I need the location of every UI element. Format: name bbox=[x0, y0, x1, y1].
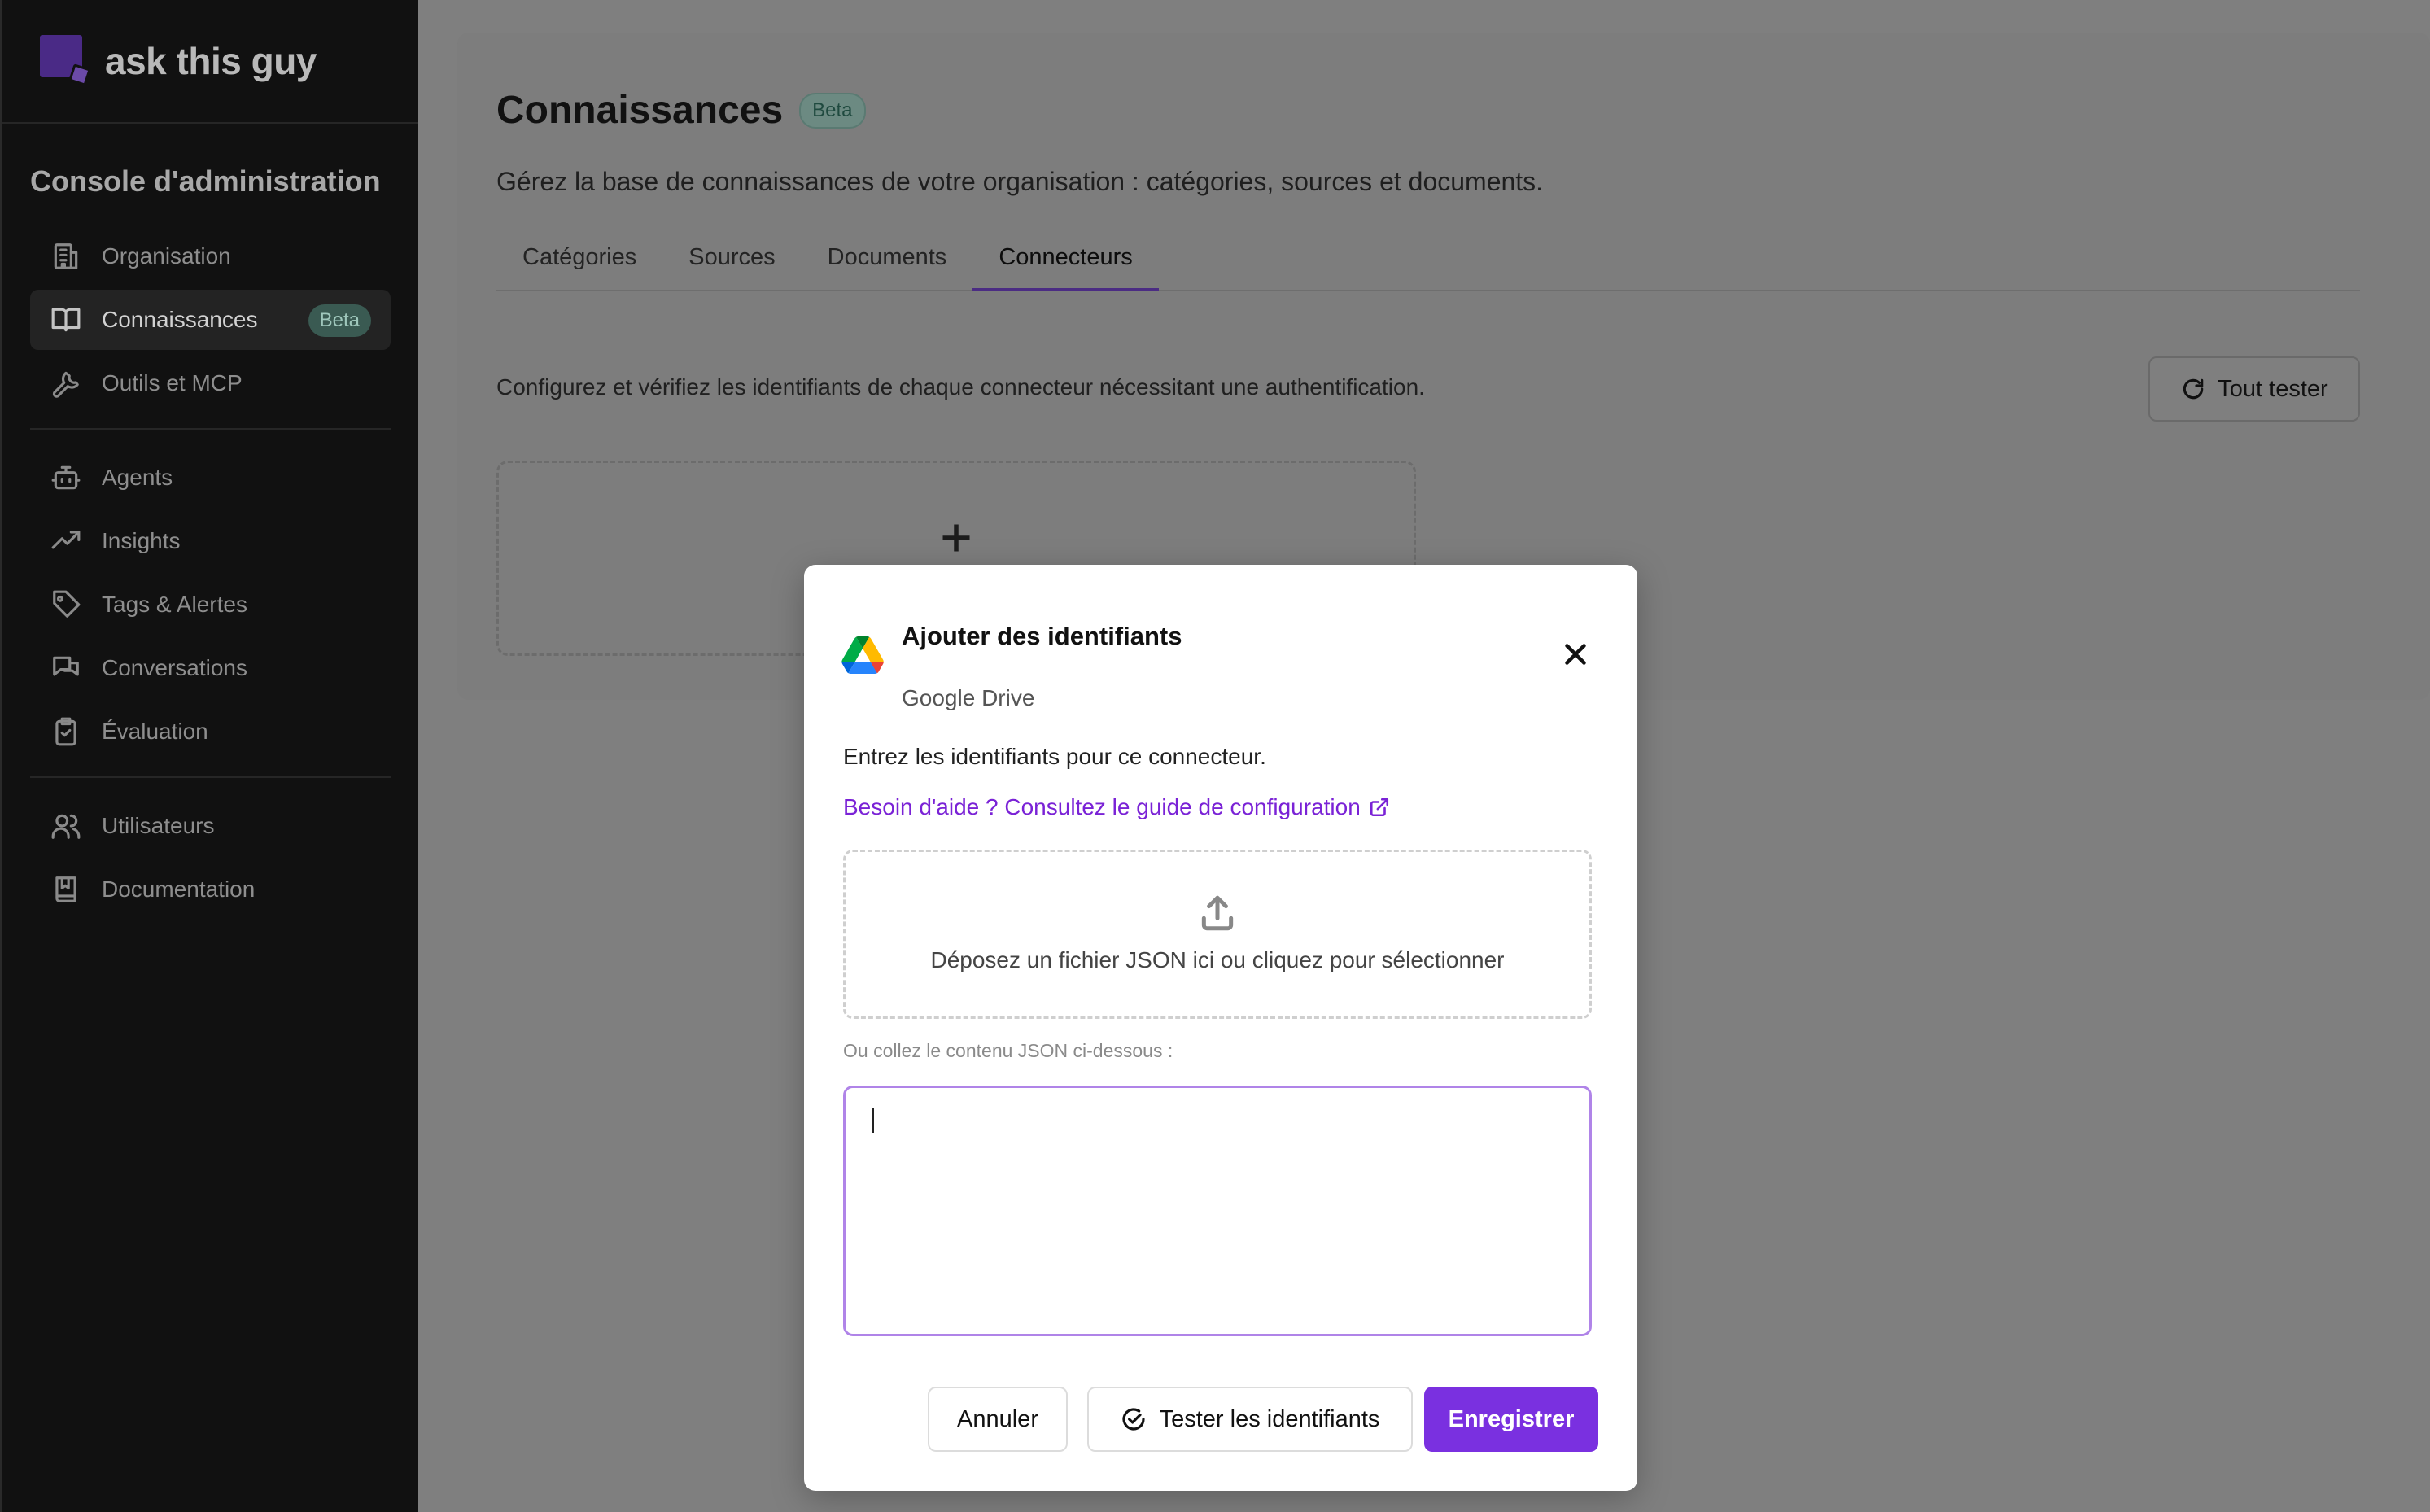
sidebar-nav: Organisation Connaissances Beta Outils e… bbox=[2, 226, 418, 920]
refresh-icon bbox=[2183, 378, 2204, 400]
google-drive-icon bbox=[841, 636, 884, 674]
circle-check-icon bbox=[1122, 1408, 1145, 1431]
sidebar-item-agents[interactable]: Agents bbox=[30, 448, 391, 508]
trending-up-icon bbox=[50, 525, 82, 557]
credentials-modal: Ajouter des identifiants Google Drive En… bbox=[804, 565, 1637, 1491]
sidebar-item-tags-alertes[interactable]: Tags & Alertes bbox=[30, 575, 391, 635]
upload-icon bbox=[1201, 895, 1234, 931]
sidebar-item-label: Organisation bbox=[102, 243, 231, 269]
help-link[interactable]: Besoin d'aide ? Consultez le guide de co… bbox=[843, 794, 1390, 820]
tab-bar: Catégories Sources Documents Connecteurs bbox=[496, 233, 2360, 291]
external-link-icon bbox=[1370, 798, 1388, 817]
tab-connecteurs[interactable]: Connecteurs bbox=[972, 233, 1159, 291]
tab-sources[interactable]: Sources bbox=[662, 233, 801, 291]
connectors-description: Configurez et vérifiez les identifiants … bbox=[496, 374, 1425, 400]
sidebar-item-label: Conversations bbox=[102, 655, 247, 680]
sidebar-item-label: Tags & Alertes bbox=[102, 592, 247, 617]
paste-label: Ou collez le contenu JSON ci-dessous : bbox=[843, 1040, 1173, 1061]
sidebar-item-organisation[interactable]: Organisation bbox=[30, 226, 391, 286]
console-title: Console d'administration bbox=[30, 164, 381, 198]
building-icon bbox=[50, 240, 82, 273]
sidebar-item-documentation[interactable]: Documentation bbox=[30, 859, 391, 920]
beta-badge: Beta bbox=[308, 304, 371, 337]
brand-name: ask this guy bbox=[105, 40, 317, 82]
connector-name: Google Drive bbox=[902, 685, 1035, 710]
sidebar-item-conversations[interactable]: Conversations bbox=[30, 638, 391, 698]
close-button[interactable] bbox=[1561, 640, 1590, 669]
users-icon bbox=[50, 810, 82, 842]
sidebar-item-evaluation[interactable]: Évaluation bbox=[30, 701, 391, 762]
tab-documents[interactable]: Documents bbox=[802, 233, 973, 291]
beta-badge: Beta bbox=[799, 92, 866, 129]
help-link-text: Besoin d'aide ? Consultez le guide de co… bbox=[843, 794, 1361, 819]
test-credentials-label: Tester les identifiants bbox=[1159, 1405, 1380, 1432]
sidebar-item-connaissances[interactable]: Connaissances Beta bbox=[30, 290, 391, 350]
modal-title: Ajouter des identifiants bbox=[902, 622, 1182, 650]
brand[interactable]: ask this guy bbox=[2, 0, 418, 124]
test-all-label: Tout tester bbox=[2218, 375, 2328, 402]
wrench-icon bbox=[50, 367, 82, 400]
page-title: Connaissances Beta bbox=[496, 88, 866, 133]
sidebar-item-label: Évaluation bbox=[102, 719, 208, 744]
chat-icon bbox=[50, 652, 82, 684]
robot-icon bbox=[50, 461, 82, 494]
book-bookmark-icon bbox=[50, 873, 82, 906]
sidebar-item-outils-mcp[interactable]: Outils et MCP bbox=[30, 353, 391, 413]
json-textarea[interactable] bbox=[843, 1086, 1592, 1336]
sidebar: ask this guy Console d'administration Or… bbox=[0, 0, 418, 1512]
plus-icon bbox=[942, 524, 970, 552]
sidebar-item-label: Insights bbox=[102, 528, 181, 553]
tab-categories[interactable]: Catégories bbox=[496, 233, 662, 291]
sidebar-item-utilisateurs[interactable]: Utilisateurs bbox=[30, 796, 391, 856]
text-caret bbox=[872, 1108, 874, 1133]
sidebar-item-label: Documentation bbox=[102, 876, 256, 902]
nav-divider bbox=[30, 776, 391, 778]
sidebar-item-label: Utilisateurs bbox=[102, 813, 215, 838]
page-title-text: Connaissances bbox=[496, 89, 784, 132]
nav-divider bbox=[30, 428, 391, 430]
brand-logo bbox=[40, 35, 92, 87]
tag-icon bbox=[50, 588, 82, 621]
sidebar-item-label: Outils et MCP bbox=[102, 370, 243, 395]
sidebar-item-label: Connaissances bbox=[102, 307, 258, 332]
clipboard-check-icon bbox=[50, 715, 82, 748]
sidebar-item-insights[interactable]: Insights bbox=[30, 511, 391, 571]
json-dropzone[interactable]: Déposez un fichier JSON ici ou cliquez p… bbox=[843, 850, 1592, 1019]
modal-instruction: Entrez les identifiants pour ce connecte… bbox=[843, 744, 1266, 769]
cancel-button[interactable]: Annuler bbox=[928, 1387, 1068, 1452]
page-subtitle: Gérez la base de connaissances de votre … bbox=[496, 167, 1544, 196]
dropzone-text: Déposez un fichier JSON ici ou cliquez p… bbox=[930, 947, 1505, 972]
save-button[interactable]: Enregistrer bbox=[1424, 1387, 1598, 1452]
book-icon bbox=[50, 304, 82, 336]
test-credentials-button[interactable]: Tester les identifiants bbox=[1087, 1387, 1413, 1452]
close-icon bbox=[1565, 644, 1586, 665]
test-all-button[interactable]: Tout tester bbox=[2148, 356, 2360, 422]
sidebar-item-label: Agents bbox=[102, 465, 173, 490]
